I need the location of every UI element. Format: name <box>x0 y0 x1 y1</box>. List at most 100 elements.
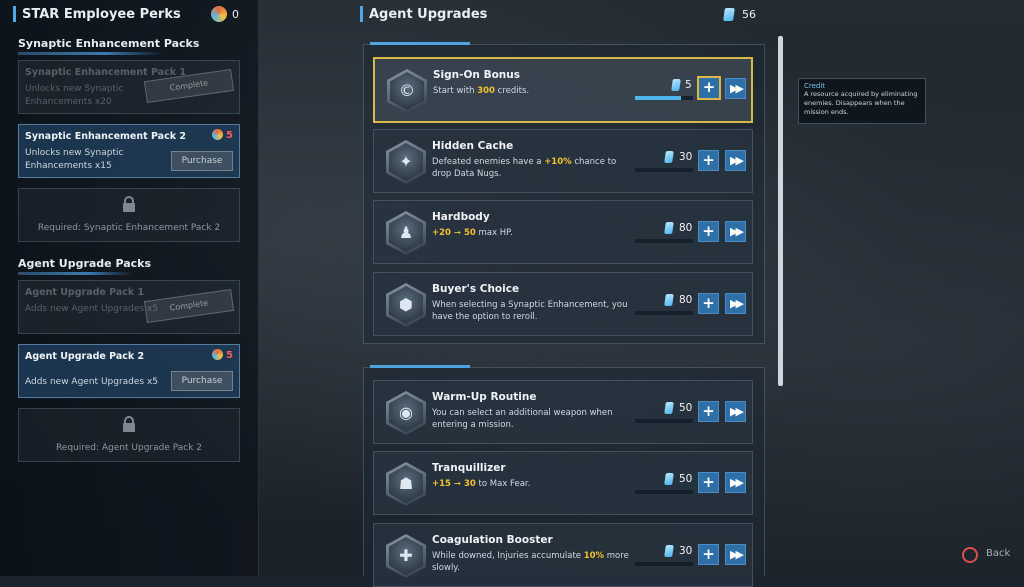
desc-text: You can select an additional weapon when… <box>432 408 613 430</box>
upgrade-progress-bar <box>635 96 693 100</box>
upgrade-icon: ⬢ <box>399 295 413 314</box>
synaptic-packs-heading: Synaptic Enhancement Packs <box>18 37 200 50</box>
upgrade-card[interactable]: ⬢ Buyer's Choice When selecting a Synaptic… <box>373 272 753 336</box>
frame-accent <box>370 42 470 45</box>
desc-text: to Max Fear. <box>475 479 531 489</box>
upgrade-progress-bar <box>635 562 693 566</box>
max-upgrade-button[interactable]: ▶▶ <box>725 401 746 422</box>
upgrade-icon: ♟ <box>398 223 414 242</box>
agent-packs-heading: Agent Upgrade Packs <box>18 257 152 270</box>
max-upgrade-button[interactable]: ▶▶ <box>725 221 746 242</box>
max-upgrade-button[interactable]: ▶▶ <box>725 472 746 493</box>
upgrade-desc: Start with 300 credits. <box>433 85 638 97</box>
upgrade-title: Hardbody <box>432 211 490 223</box>
upgrade-desc: Defeated enemies have a +10% chance to d… <box>432 156 637 180</box>
upgrade-desc: You can select an additional weapon when… <box>432 407 637 431</box>
add-upgrade-button[interactable]: + <box>698 293 719 314</box>
desc-text: Defeated enemies have a <box>432 157 545 167</box>
back-button[interactable]: Back <box>962 547 1022 563</box>
add-upgrade-button[interactable]: + <box>698 472 719 493</box>
desc-text: max HP. <box>475 228 513 238</box>
max-upgrade-button[interactable]: ▶▶ <box>725 150 746 171</box>
lock-requirement: Required: Agent Upgrade Pack 2 <box>55 443 203 453</box>
upgrade-price: 50 <box>679 473 693 485</box>
data-nug-icon <box>664 473 674 485</box>
perk-token-count: 0 <box>232 8 239 21</box>
pack-title: Agent Upgrade Pack 1 <box>25 287 145 298</box>
max-upgrade-button[interactable]: ▶▶ <box>725 78 746 99</box>
circle-button-icon <box>962 547 978 563</box>
upgrade-progress-bar <box>635 168 693 172</box>
data-nug-icon <box>664 402 674 414</box>
add-upgrade-button[interactable]: + <box>697 76 721 100</box>
lock-icon <box>123 416 135 432</box>
upgrade-price: 50 <box>679 402 693 414</box>
desc-text: When selecting a Synaptic Enhancement, y… <box>432 300 628 322</box>
upgrade-card[interactable]: ✦ Hidden Cache Defeated enemies have a +10… <box>373 129 753 193</box>
upgrade-title: Buyer's Choice <box>432 283 520 295</box>
desc-highlight: +10% <box>544 157 572 167</box>
data-nug-icon <box>664 151 674 163</box>
upgrade-icon: ✦ <box>399 152 413 171</box>
data-nug-count: 56 <box>742 8 756 21</box>
purchase-button[interactable]: Purchase <box>171 151 233 171</box>
data-nug-icon <box>664 222 674 234</box>
scrollbar[interactable] <box>778 36 783 386</box>
pack-desc: Unlocks new Synaptic Enhancements x15 <box>25 148 124 171</box>
heading-underline <box>18 272 133 275</box>
upgrade-icon: ◉ <box>399 403 413 422</box>
add-upgrade-button[interactable]: + <box>698 150 719 171</box>
pack-title: Synaptic Enhancement Pack 2 <box>25 131 186 142</box>
upgrade-desc: While downed, Injuries accumulate 10% mo… <box>432 550 637 574</box>
data-nug-icon <box>723 8 735 21</box>
synaptic-pack-2[interactable]: Synaptic Enhancement Pack 2 5 Unlocks ne… <box>18 124 240 178</box>
upgrades-title: Agent Upgrades <box>369 7 488 22</box>
pack-cost: 5 <box>226 350 233 361</box>
add-upgrade-button[interactable]: + <box>698 401 719 422</box>
purchase-button[interactable]: Purchase <box>171 371 233 391</box>
upgrade-card[interactable]: ✚ Coagulation Booster While downed, Injuri… <box>373 523 753 587</box>
upgrade-price: 80 <box>679 222 693 234</box>
desc-text: Start with <box>433 86 478 96</box>
perk-token-icon <box>211 6 227 22</box>
agent-pack-1[interactable]: Agent Upgrade Pack 1 Adds new Agent Upgr… <box>18 280 240 334</box>
upgrade-title: Sign-On Bonus <box>433 69 520 81</box>
desc-highlight: 10% <box>583 551 605 561</box>
pack-desc: Adds new Agent Upgrades x5 <box>25 377 159 387</box>
max-upgrade-button[interactable]: ▶▶ <box>725 544 746 565</box>
agent-pack-2[interactable]: Agent Upgrade Pack 2 5 Adds new Agent Up… <box>18 344 240 398</box>
upgrade-card[interactable]: © Sign-On Bonus Start with 300 credits. <box>373 57 753 123</box>
upgrade-price: 30 <box>679 151 693 163</box>
upgrade-price: 30 <box>679 545 693 557</box>
lock-icon <box>123 196 135 212</box>
data-nug-icon <box>664 294 674 306</box>
upgrade-price: 80 <box>679 294 693 306</box>
synaptic-pack-1[interactable]: Synaptic Enhancement Pack 1 Unlocks new … <box>18 60 240 114</box>
tooltip-body: A resource acquired by eliminating enemi… <box>804 90 918 116</box>
pack-title: Agent Upgrade Pack 2 <box>25 351 145 362</box>
title-accent-bar <box>360 6 363 22</box>
max-upgrade-button[interactable]: ▶▶ <box>725 293 746 314</box>
pack-cost: 5 <box>226 130 233 141</box>
desc-text: While downed, Injuries accumulate <box>432 551 584 561</box>
heading-underline <box>18 52 163 55</box>
upgrade-card[interactable]: ☗ Tranquillizer +15 ➞ 30 to Max Fear. <box>373 451 753 515</box>
back-label: Back <box>986 548 1011 559</box>
upgrade-card[interactable]: ◉ Warm-Up Routine You can select an additi… <box>373 380 753 444</box>
upgrade-price: 5 <box>685 79 692 91</box>
upgrade-progress-bar <box>635 419 693 423</box>
desc-text: credits. <box>494 86 530 96</box>
synaptic-pack-locked: Required: Synaptic Enhancement Pack 2 <box>18 188 240 242</box>
upgrade-icon: ✚ <box>399 546 413 565</box>
upgrade-desc: When selecting a Synaptic Enhancement, y… <box>432 299 637 323</box>
desc-highlight: +20 ➞ 50 <box>432 228 476 238</box>
frame-accent <box>370 365 470 368</box>
add-upgrade-button[interactable]: + <box>698 544 719 565</box>
perks-title: STAR Employee Perks <box>22 7 181 22</box>
add-upgrade-button[interactable]: + <box>698 221 719 242</box>
upgrade-title: Warm-Up Routine <box>432 391 537 403</box>
progress-fill <box>635 96 682 100</box>
complete-stamp: Complete <box>143 288 235 324</box>
upgrade-card[interactable]: ♟ Hardbody +20 ➞ 50 max HP. <box>373 200 753 264</box>
upgrade-title: Tranquillizer <box>432 462 506 474</box>
